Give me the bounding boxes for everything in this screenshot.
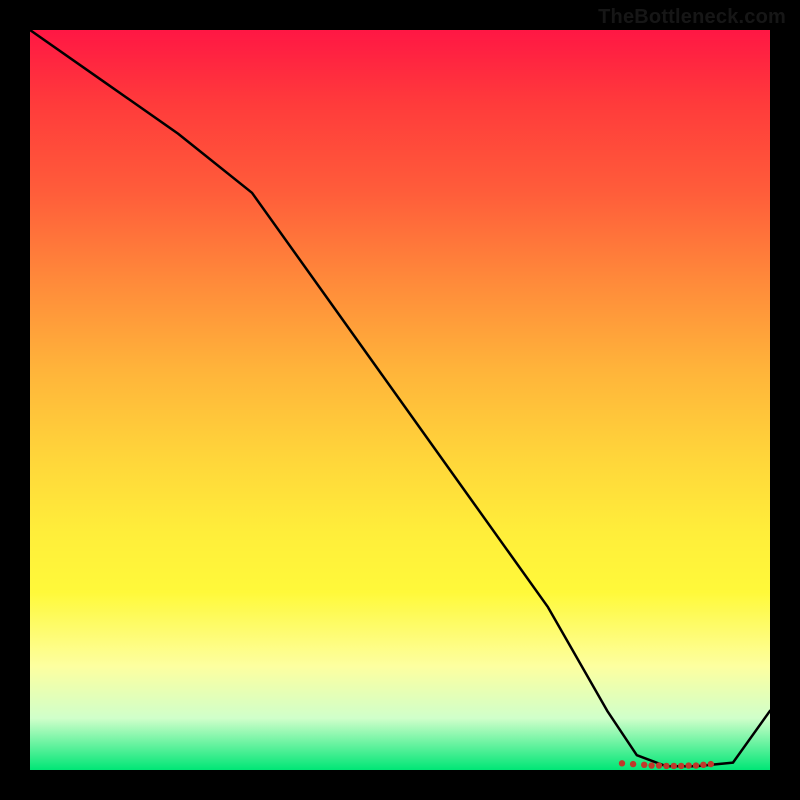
marker-dot	[656, 762, 662, 768]
bottleneck-curve	[30, 30, 770, 766]
marker-dot	[693, 762, 699, 768]
chart-frame: TheBottleneck.com	[0, 0, 800, 800]
watermark-text: TheBottleneck.com	[598, 6, 786, 29]
chart-overlay	[30, 30, 770, 770]
marker-dot	[641, 762, 647, 768]
marker-dot	[619, 760, 625, 766]
marker-dot	[678, 763, 684, 769]
marker-dot	[700, 762, 706, 768]
marker-dot	[630, 761, 636, 767]
marker-dot	[671, 763, 677, 769]
marker-dot	[663, 763, 669, 769]
marker-dot	[708, 761, 714, 767]
marker-dot	[648, 762, 654, 768]
marker-dot	[685, 762, 691, 768]
marker-cluster	[619, 760, 714, 769]
